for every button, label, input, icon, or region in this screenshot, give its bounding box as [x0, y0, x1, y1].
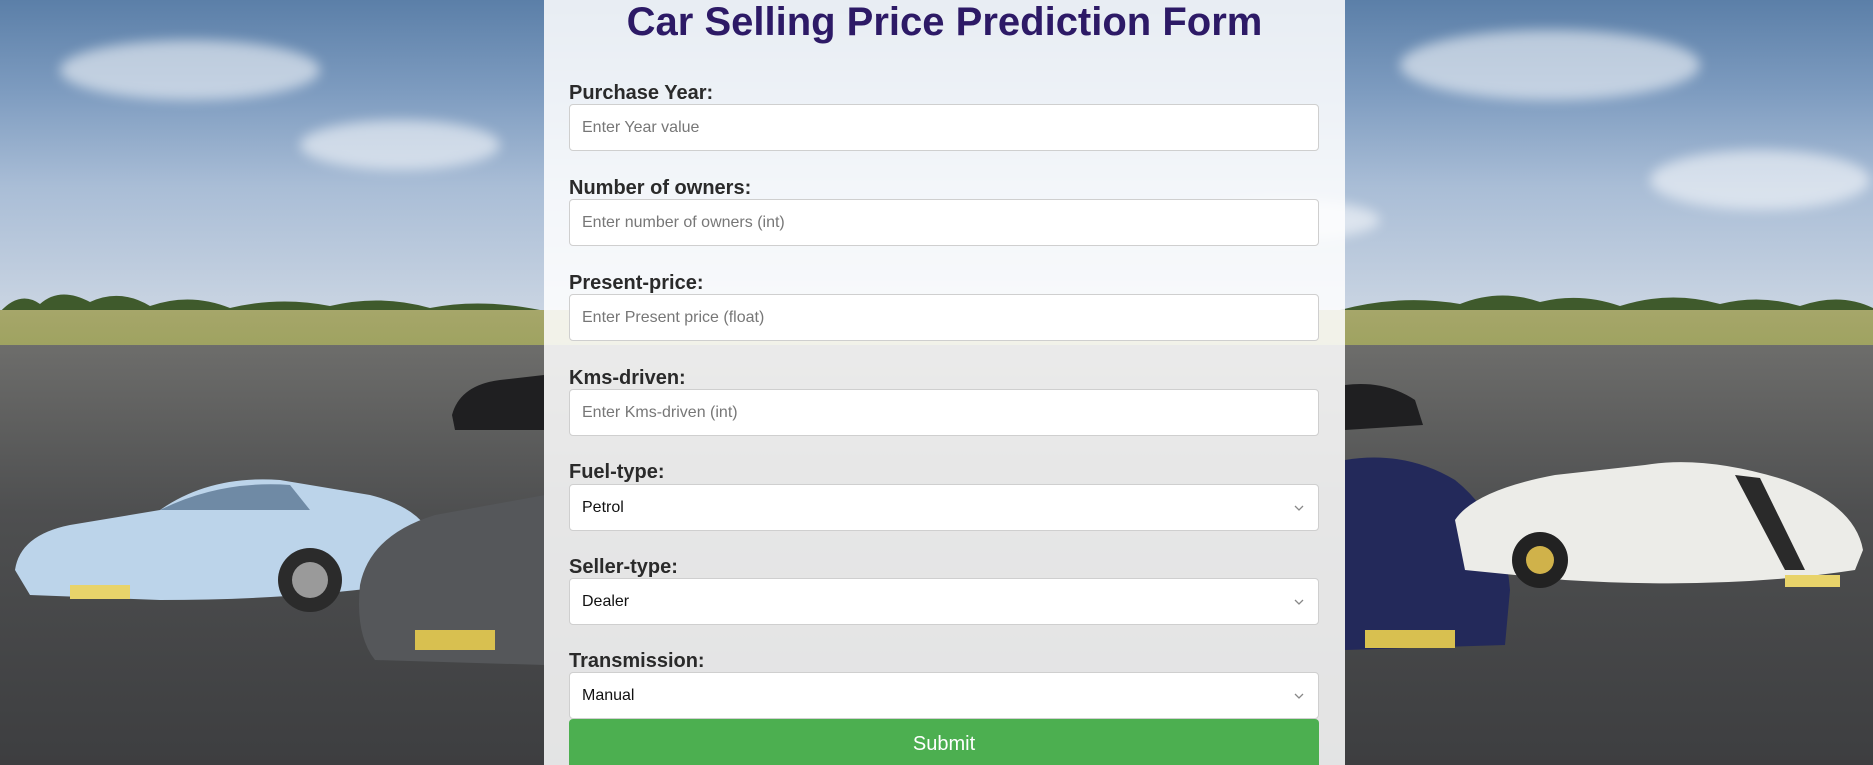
page-title: Car Selling Price Prediction Form	[626, 0, 1263, 44]
chevron-down-icon	[1292, 595, 1306, 609]
seller-type-value: Dealer	[582, 592, 630, 610]
form-panel: Car Selling Price Prediction Form Purcha…	[544, 0, 1345, 765]
present-price-label: Present-price:	[569, 272, 704, 294]
kms-driven-label: Kms-driven:	[569, 367, 686, 389]
car-silhouette-right-white	[1455, 462, 1863, 588]
fuel-type-label: Fuel-type:	[569, 461, 665, 483]
year-label: Purchase Year:	[569, 82, 714, 104]
year-input[interactable]	[569, 104, 1319, 151]
car-silhouette-left-black	[452, 375, 544, 430]
seller-type-label: Seller-type:	[569, 556, 678, 578]
transmission-value: Manual	[582, 686, 635, 704]
transmission-label: Transmission:	[569, 650, 705, 672]
owners-input[interactable]	[569, 199, 1319, 246]
chevron-down-icon	[1292, 689, 1306, 703]
present-price-input[interactable]	[569, 294, 1319, 341]
chevron-down-icon	[1292, 501, 1306, 515]
submit-button[interactable]: Submit	[569, 719, 1319, 765]
transmission-select[interactable]: Manual	[569, 672, 1319, 719]
car-silhouette-right-black	[1345, 384, 1423, 430]
kms-driven-input[interactable]	[569, 389, 1319, 436]
car-silhouette-left-grey	[359, 495, 545, 665]
fuel-type-value: Petrol	[582, 498, 624, 516]
fuel-type-select[interactable]: Petrol	[569, 484, 1319, 531]
owners-label: Number of owners:	[569, 177, 752, 199]
seller-type-select[interactable]: Dealer	[569, 578, 1319, 625]
